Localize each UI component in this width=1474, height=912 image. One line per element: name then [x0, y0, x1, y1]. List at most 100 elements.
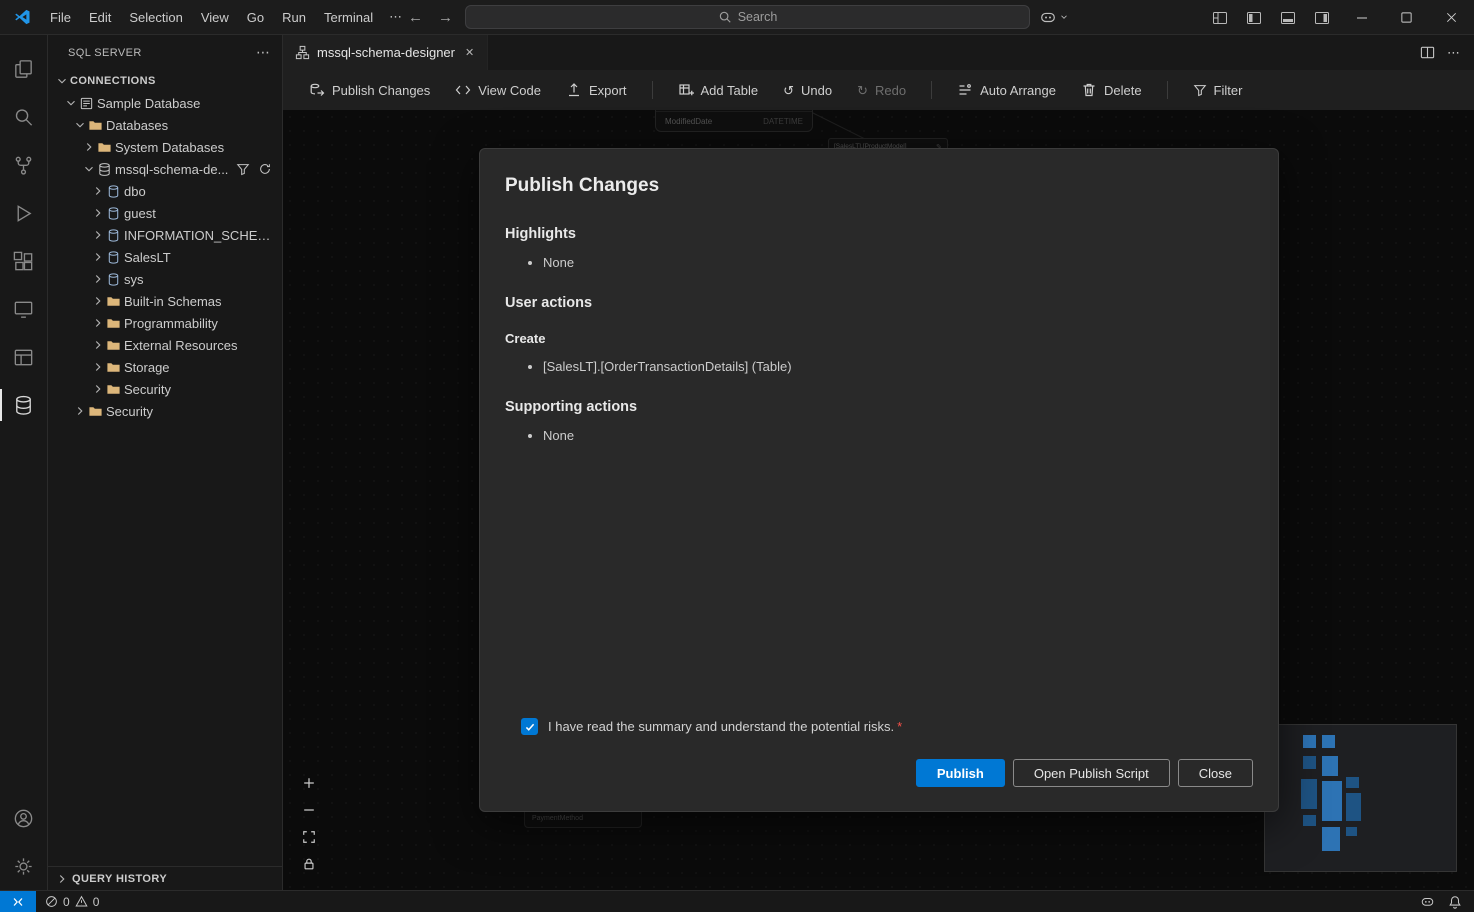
split-editor-icon[interactable]: [1420, 45, 1435, 60]
menu-run[interactable]: Run: [273, 6, 315, 29]
titlebar: FileEditSelectionViewGoRunTerminal⋯ ← → …: [0, 0, 1474, 35]
diagram-minimap[interactable]: [1264, 724, 1457, 872]
export-icon: [566, 82, 582, 98]
export-button[interactable]: Export: [566, 82, 627, 98]
toggle-panel-icon[interactable]: [1271, 0, 1305, 35]
problems-indicator[interactable]: 0 0: [36, 895, 108, 909]
chevron-down-icon: [1059, 12, 1069, 22]
extensions-icon[interactable]: [0, 237, 48, 285]
back-button[interactable]: ←: [405, 8, 426, 27]
auto-arrange-button[interactable]: Auto Arrange: [957, 82, 1056, 98]
minimap-block: [1303, 735, 1316, 748]
editor-more-actions-icon[interactable]: ⋯: [1447, 45, 1460, 61]
warnings-icon: [75, 895, 88, 908]
chevron-right-icon: [90, 337, 106, 353]
redo-icon: ↻: [857, 84, 868, 97]
publish-changes-dialog: Publish Changes HighlightsNoneUser actio…: [479, 148, 1279, 812]
copilot-status-icon[interactable]: [1420, 894, 1435, 909]
sidebar-more-icon[interactable]: ⋯: [256, 44, 270, 61]
remote-indicator[interactable]: [0, 891, 36, 912]
close-button[interactable]: Close: [1178, 759, 1253, 787]
menu-edit[interactable]: Edit: [80, 6, 120, 29]
close-window-button[interactable]: [1429, 0, 1474, 35]
toggle-primary-sidebar-icon[interactable]: [1237, 0, 1271, 35]
tree-item-connections[interactable]: CONNECTIONS: [48, 70, 282, 92]
tree-item-mssql-schema-de-[interactable]: mssql-schema-de...: [48, 158, 282, 180]
tree-item-dbo[interactable]: dbo: [48, 180, 282, 202]
tree-item-sample-database[interactable]: Sample Database: [48, 92, 282, 114]
query-history-section[interactable]: QUERY HISTORY: [48, 866, 282, 890]
sql-server-view-icon[interactable]: [0, 381, 48, 429]
tree-item-storage[interactable]: Storage: [48, 356, 282, 378]
view-code-button[interactable]: View Code: [455, 82, 541, 98]
folder-icon: [88, 118, 106, 133]
notifications-bell-icon[interactable]: [1448, 895, 1462, 909]
risk-acknowledgement-checkbox[interactable]: [521, 718, 538, 735]
delete-button[interactable]: Delete: [1081, 82, 1142, 98]
redo-button[interactable]: ↻Redo: [857, 83, 906, 98]
account-icon[interactable]: [0, 794, 48, 842]
tabbar-actions: ⋯: [1420, 35, 1474, 70]
tab-close-icon[interactable]: ✕: [462, 44, 477, 61]
menu-file[interactable]: File: [41, 6, 80, 29]
settings-gear-icon[interactable]: [0, 842, 48, 890]
tree-item-label: dbo: [124, 184, 146, 199]
toggle-secondary-sidebar-icon[interactable]: [1305, 0, 1339, 35]
sidebar-header: SQL SERVER ⋯: [48, 35, 282, 70]
tree-item-label: INFORMATION_SCHEMA: [124, 228, 274, 243]
remote-explorer-icon[interactable]: [0, 285, 48, 333]
menu-go[interactable]: Go: [238, 6, 273, 29]
add-table-button[interactable]: Add Table: [678, 82, 759, 98]
explorer-icon[interactable]: [0, 45, 48, 93]
server-icon: [79, 96, 97, 111]
tree-item-guest[interactable]: guest: [48, 202, 282, 224]
chevron-down-icon: [63, 95, 79, 111]
search-box[interactable]: Search: [465, 5, 1030, 29]
sidebar-title: SQL SERVER: [68, 47, 142, 59]
sql-server-sidebar: SQL SERVER ⋯ CONNECTIONSSample Database D…: [48, 35, 283, 890]
tree-item-system-databases[interactable]: System Databases: [48, 136, 282, 158]
tree-item-label: Databases: [106, 118, 168, 133]
undo-button[interactable]: ↺Undo: [783, 83, 832, 98]
tree-item-programmability[interactable]: Programmability: [48, 312, 282, 334]
source-control-icon[interactable]: [0, 141, 48, 189]
tree-item-sys[interactable]: sys: [48, 268, 282, 290]
customize-layout-icon[interactable]: [1203, 0, 1237, 35]
search-view-icon[interactable]: [0, 93, 48, 141]
schema-icon: [106, 206, 124, 221]
fit-to-screen-icon[interactable]: [301, 829, 317, 845]
filter-button[interactable]: Filter: [1193, 83, 1243, 98]
menu-view[interactable]: View: [192, 6, 238, 29]
vscode-window: FileEditSelectionViewGoRunTerminal⋯ ← → …: [0, 0, 1474, 912]
maximize-button[interactable]: [1384, 0, 1429, 35]
object-explorer-icon[interactable]: [0, 333, 48, 381]
publish-changes-button[interactable]: Publish Changes: [309, 82, 430, 98]
schema-icon: [106, 228, 124, 243]
filter-icon[interactable]: [236, 162, 250, 176]
tree-item-databases[interactable]: Databases: [48, 114, 282, 136]
minimize-button[interactable]: [1339, 0, 1384, 35]
forward-button[interactable]: →: [435, 8, 456, 27]
tree-item-security[interactable]: Security: [48, 378, 282, 400]
folder-icon: [106, 294, 124, 309]
copilot-button[interactable]: [1039, 8, 1069, 26]
menu-terminal[interactable]: Terminal: [315, 6, 382, 29]
zoom-out-icon[interactable]: [301, 802, 317, 818]
zoom-in-icon[interactable]: [301, 775, 317, 791]
tree-item-information-schema[interactable]: INFORMATION_SCHEMA: [48, 224, 282, 246]
tree-item-label: sys: [124, 272, 144, 287]
run-debug-icon[interactable]: [0, 189, 48, 237]
tree-item-saleslt[interactable]: SalesLT: [48, 246, 282, 268]
status-bar: 0 0: [0, 890, 1474, 912]
menu-selection[interactable]: Selection: [120, 6, 191, 29]
tree-item-security[interactable]: Security: [48, 400, 282, 422]
open-publish-script-button[interactable]: Open Publish Script: [1013, 759, 1170, 787]
tab-mssql-schema-designer[interactable]: mssql-schema-designer ✕: [283, 35, 488, 70]
tree-item-built-in-schemas[interactable]: Built-in Schemas: [48, 290, 282, 312]
publish-button[interactable]: Publish: [916, 759, 1005, 787]
lock-zoom-icon[interactable]: [301, 856, 317, 872]
tree-item-external-resources[interactable]: External Resources: [48, 334, 282, 356]
dialog-title: Publish Changes: [505, 175, 1253, 197]
addtable-icon: [678, 82, 694, 98]
refresh-icon[interactable]: [258, 162, 272, 176]
